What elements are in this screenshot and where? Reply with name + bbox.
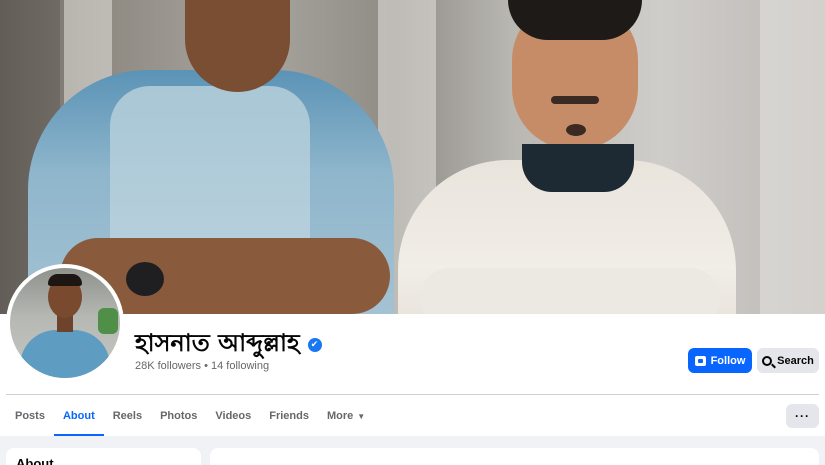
- search-button[interactable]: Search: [757, 348, 819, 373]
- profile-name: হাসনাত আব্দুল্লাহ: [135, 329, 300, 357]
- tab-photos[interactable]: Photos: [151, 396, 206, 436]
- about-detail-card: [210, 448, 819, 465]
- follow-button-label: Follow: [710, 354, 746, 367]
- follower-stats[interactable]: 28K followers • 14 following: [135, 360, 269, 372]
- avatar: [10, 268, 120, 378]
- tab-about[interactable]: About: [53, 396, 104, 436]
- name-row: হাসনাত আব্দুল্লাহ ✔: [135, 329, 322, 357]
- tab-friends[interactable]: Friends: [260, 396, 318, 436]
- more-options-button[interactable]: ···: [786, 404, 819, 428]
- verified-badge-icon: ✔: [307, 337, 322, 352]
- header-divider: [6, 394, 819, 395]
- caret-down-icon: ▼: [357, 411, 366, 421]
- follow-button[interactable]: Follow: [688, 348, 752, 373]
- tab-more[interactable]: More ▼: [318, 396, 374, 436]
- profile-tabs: Posts About Reels Photos Videos Friends …: [6, 396, 374, 436]
- tab-reels[interactable]: Reels: [104, 396, 151, 436]
- tab-posts[interactable]: Posts: [6, 396, 54, 436]
- follow-page-icon: [694, 355, 706, 366]
- about-card-title: About: [16, 456, 54, 465]
- tab-videos[interactable]: Videos: [206, 396, 260, 436]
- wristwatch: [126, 262, 164, 296]
- cover-photo[interactable]: [0, 0, 825, 314]
- search-icon: [762, 355, 773, 366]
- profile-page: হাসনাত আব্দুল্লাহ ✔ 28K followers • 14 f…: [0, 0, 825, 465]
- search-button-label: Search: [777, 354, 814, 367]
- profile-picture[interactable]: [6, 264, 124, 382]
